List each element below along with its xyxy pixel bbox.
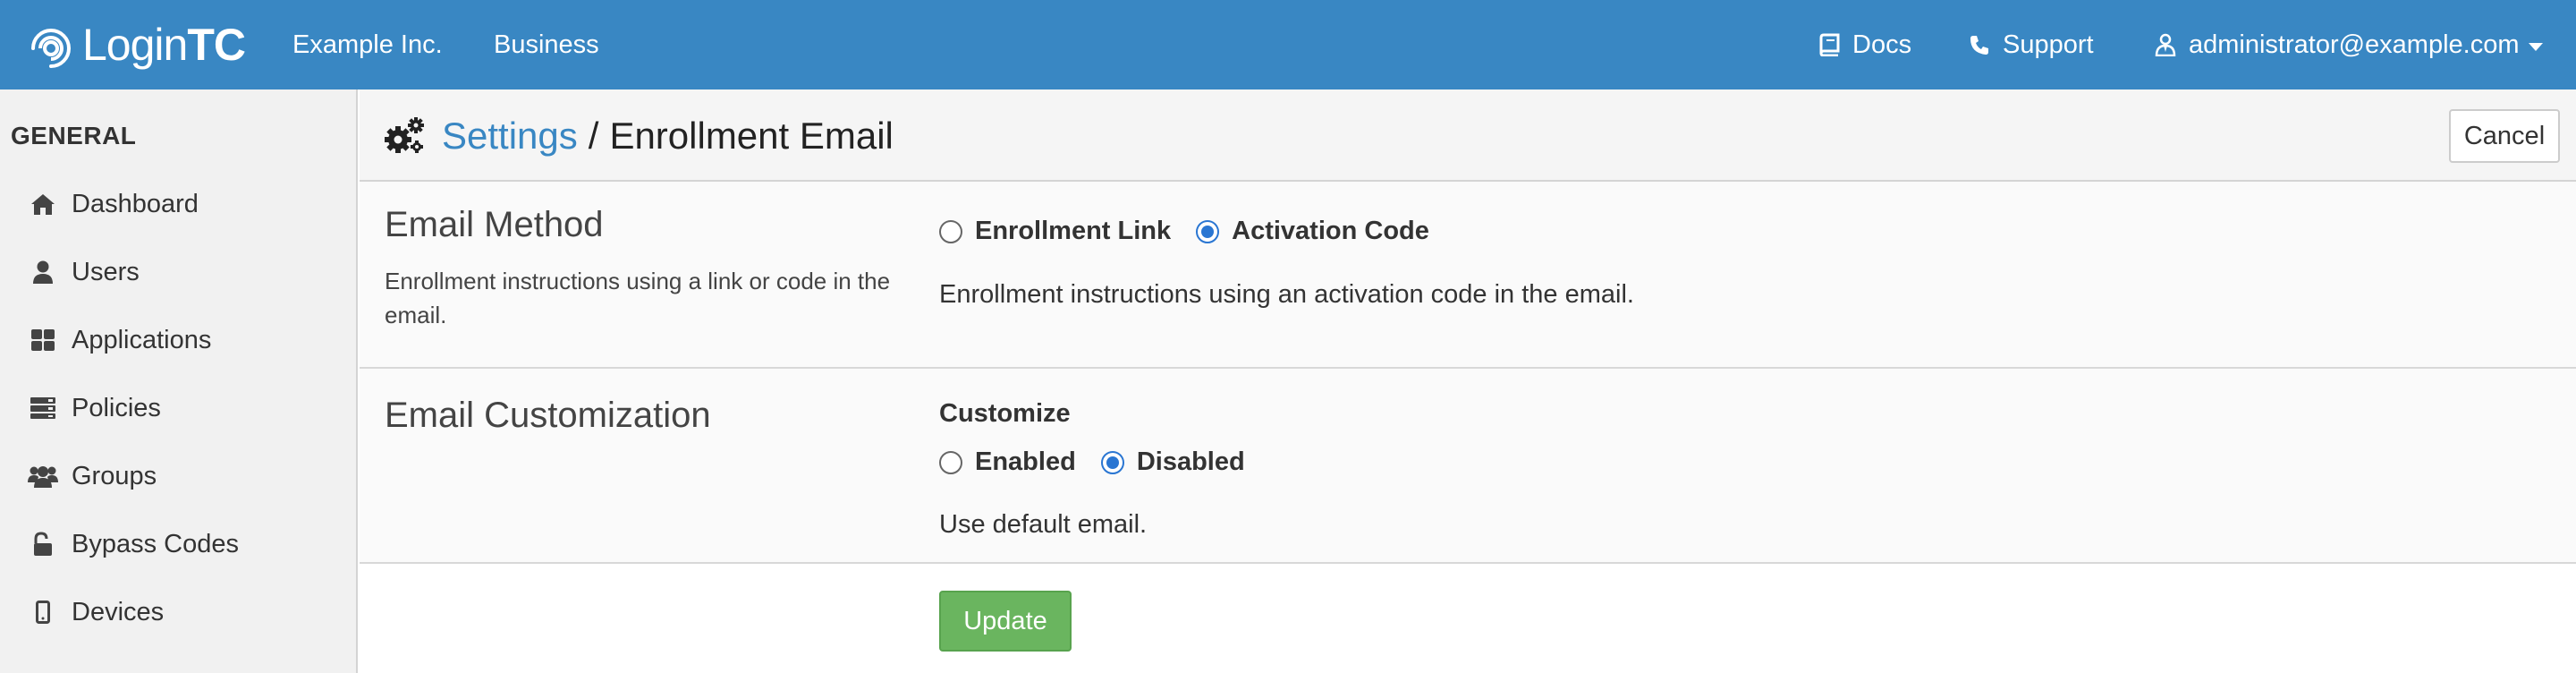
sidebar-item-label: Groups [72,461,157,490]
update-button[interactable]: Update [939,591,1072,652]
sidebar-item-label: Policies [72,393,161,422]
mobile-icon [27,596,59,628]
logo-text: LoginTC [82,20,246,70]
breadcrumb-separator: / [588,114,599,157]
sidebar-item-applications[interactable]: Applications [0,313,356,367]
book-icon [1819,33,1840,56]
radio-label: Enrollment Link [975,217,1172,245]
page-title-text: Enrollment Email [609,114,894,157]
radio-label: Enabled [975,447,1076,476]
users-icon [27,460,59,492]
unlock-icon [27,528,59,560]
nav-org[interactable]: Example Inc. [292,0,443,89]
nav-plan[interactable]: Business [494,0,599,89]
email-method-title: Email Method [385,205,604,244]
radio-activation-code[interactable]: Activation Code [1196,217,1429,246]
email-method-options: Enrollment Link Activation Code [939,217,1454,246]
logo[interactable]: LoginTC [27,14,246,75]
email-method-help: Enrollment instructions using an activat… [939,280,1634,309]
radio-label: Disabled [1136,447,1245,476]
nav-support-label: Support [2003,30,2094,59]
sidebar-item-label: Dashboard [72,189,199,218]
email-customization-section: Email Customization Customize Enabled Di… [360,369,2576,564]
sidebar-item-users[interactable]: Users [0,245,356,299]
nav-support[interactable]: Support [1969,0,2094,89]
radio-label: Activation Code [1232,217,1429,245]
email-method-description: Enrollment instructions using a link or … [385,268,891,328]
radio-button-unchecked[interactable] [939,219,962,243]
radio-enabled[interactable]: Enabled [939,447,1076,477]
sidebar-item-devices[interactable]: Devices [0,585,356,639]
sidebar-item-label: Devices [72,597,165,626]
radio-button-unchecked[interactable] [939,450,962,474]
customize-label: Customize [939,399,1071,428]
sidebar-item-label: Users [72,257,140,286]
nav-user-label: administrator@example.com [2189,30,2520,59]
email-method-section: Email Method Enrollment instructions usi… [360,182,2576,369]
sidebar-heading: GENERAL [11,122,137,149]
gears-icon [385,116,424,153]
sidebar-item-label: Bypass Codes [72,529,239,558]
nav-docs[interactable]: Docs [1818,0,1911,89]
customize-options: Enabled Disabled [939,447,1270,477]
nav-user-menu[interactable]: administrator@example.com [2155,0,2543,89]
radio-enrollment-link[interactable]: Enrollment Link [939,217,1171,246]
user-admin-icon [2155,33,2176,56]
email-customization-help: Use default email. [939,510,1148,539]
radio-button-checked[interactable] [1100,450,1124,474]
nav-plan-label: Business [494,30,599,59]
sidebar: GENERAL Dashboard Users Applications Pol… [0,89,358,673]
logo-mark-icon [31,29,71,68]
radio-button-checked[interactable] [1196,219,1220,243]
top-navbar: LoginTC Example Inc. Business Docs Suppo… [0,0,2576,89]
email-customization-title: Email Customization [385,396,711,435]
breadcrumb-settings[interactable]: Settings [442,115,578,158]
grid-icon [27,324,59,356]
sidebar-item-label: Applications [72,325,212,354]
server-icon [27,392,59,424]
nav-docs-label: Docs [1852,30,1912,59]
home-icon [27,188,59,220]
radio-disabled[interactable]: Disabled [1100,447,1245,477]
sidebar-item-bypass-codes[interactable]: Bypass Codes [0,517,356,571]
sidebar-item-dashboard[interactable]: Dashboard [0,177,356,231]
page-header: Settings / Enrollment Email Cancel [360,89,2576,182]
cancel-button[interactable]: Cancel [2449,109,2560,163]
nav-org-label: Example Inc. [292,30,443,59]
main-content: Settings / Enrollment Email Cancel Email… [360,89,2576,673]
sidebar-item-policies[interactable]: Policies [0,381,356,435]
page-title: Settings / Enrollment Email [383,89,894,182]
phone-icon [1970,36,1988,55]
chevron-down-icon [2528,42,2543,51]
sidebar-item-groups[interactable]: Groups [0,449,356,503]
user-icon [27,256,59,288]
